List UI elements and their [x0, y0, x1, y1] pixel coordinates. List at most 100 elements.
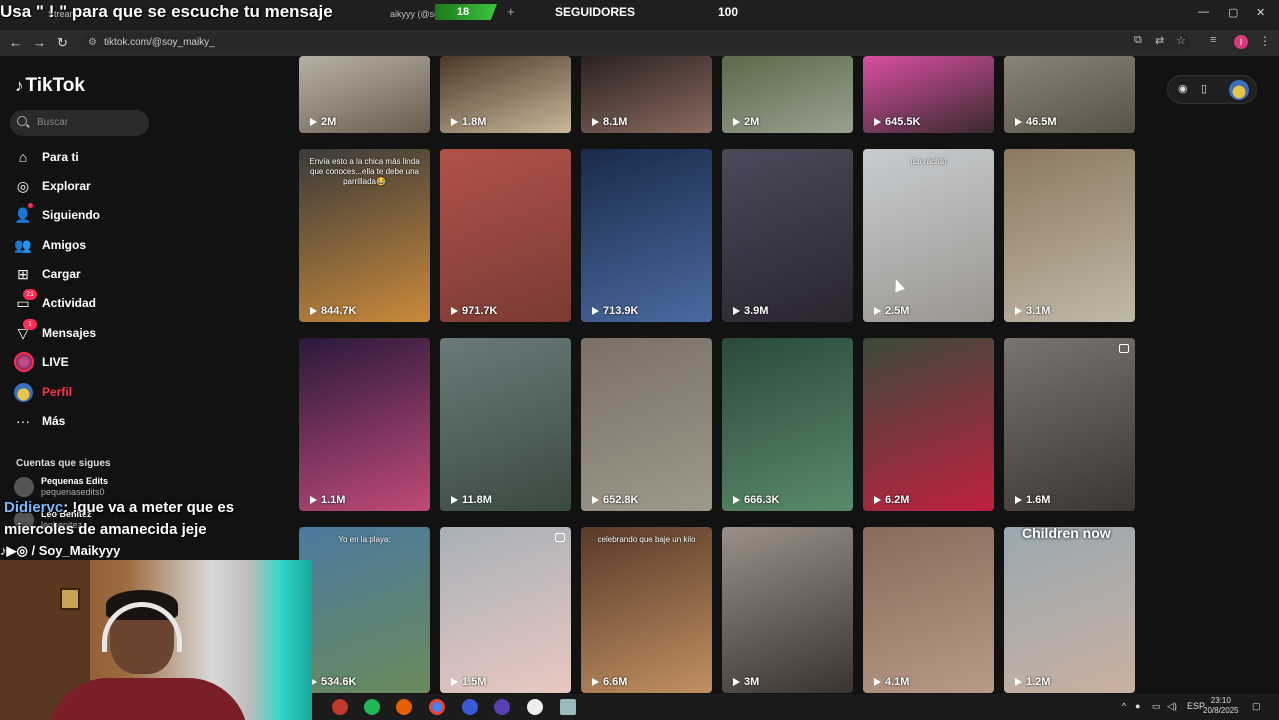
sidebar-item-mas[interactable]: ··· Más: [14, 411, 164, 433]
play-icon: [733, 307, 740, 315]
coin-icon[interactable]: ◉: [1178, 82, 1188, 95]
video-tile[interactable]: 4.1M: [863, 527, 994, 693]
view-count-value: 1.1M: [321, 494, 346, 506]
video-tile[interactable]: (La racha) 2.5M: [863, 149, 994, 322]
view-count-value: 1.5M: [462, 676, 487, 688]
translate-icon[interactable]: ⇄: [1155, 34, 1164, 47]
bookmark-star-icon[interactable]: ☆: [1176, 34, 1186, 47]
video-tile[interactable]: celebrando que baje un kilo 6.6M: [581, 527, 712, 693]
firefox-icon[interactable]: [396, 699, 412, 715]
video-caption: Envía esto a la chica más linda que cono…: [309, 157, 420, 186]
view-count: 3.1M: [1015, 305, 1050, 317]
view-count: 6.2M: [874, 494, 909, 506]
tiktok-logo[interactable]: ♪ TikTok: [15, 75, 85, 97]
sidebar-item-label: LIVE: [42, 355, 69, 369]
video-tile[interactable]: 1.8M: [440, 56, 571, 133]
sidebar-item-label: Siguiendo: [42, 208, 100, 222]
app-icon-1[interactable]: [332, 699, 348, 715]
view-count: 652.8K: [592, 494, 638, 506]
clock[interactable]: 23:10 20/8/2025: [1203, 696, 1239, 716]
address-toolbar: ← → ↻ ⚙ tiktok.com/@soy_maiky_ ⧉ ⇄ ☆ ≡ I…: [0, 30, 1279, 56]
video-tile[interactable]: 652.8K: [581, 338, 712, 511]
view-count: 2.5M: [874, 305, 909, 317]
video-tile[interactable]: Yo en la playa: 534.6K: [299, 527, 430, 693]
view-count-value: 1.6M: [1026, 494, 1051, 506]
notification-icon[interactable]: ▢: [1252, 701, 1261, 712]
app-icon-7[interactable]: [527, 699, 543, 715]
avatar[interactable]: [1229, 80, 1249, 100]
taskbar: ^ ● ▭ ◁) ESP ▢: [312, 694, 1279, 720]
sidebar-item-cargar[interactable]: ⊞ Cargar: [14, 264, 164, 286]
video-tile[interactable]: 11.8M: [440, 338, 571, 511]
url-bar[interactable]: ⚙ tiktok.com/@soy_maiky_: [80, 33, 1190, 53]
sidebar-item-siguiendo[interactable]: 👤 Siguiendo: [14, 203, 164, 227]
video-tile[interactable]: 1.6M: [1004, 338, 1135, 511]
reload-button[interactable]: ↻: [57, 35, 68, 51]
view-count-value: 713.9K: [603, 305, 639, 317]
play-icon: [874, 307, 881, 315]
minimize-button[interactable]: —: [1198, 6, 1209, 18]
video-tile[interactable]: 1.5M: [440, 527, 571, 693]
video-tile[interactable]: 645.5K: [863, 56, 994, 133]
sidebar-item-mensajes[interactable]: ▽ 1 Mensajes: [14, 319, 164, 345]
microphone-icon[interactable]: ●: [1135, 701, 1140, 711]
device-icon[interactable]: ▯: [1201, 82, 1207, 95]
view-count-value: 8.1M: [603, 116, 628, 128]
sidebar-item-amigos[interactable]: 👥 Amigos: [14, 235, 164, 257]
app-icon-8[interactable]: [560, 699, 576, 715]
video-tile[interactable]: 3M: [722, 527, 853, 693]
sidebar-item-para-ti[interactable]: ⌂ Para ti: [14, 147, 164, 169]
video-tile[interactable]: 971.7K: [440, 149, 571, 322]
video-tile[interactable]: 46.5M: [1004, 56, 1135, 133]
video-tile[interactable]: 713.9K: [581, 149, 712, 322]
site-info-icon[interactable]: ⚙: [88, 37, 97, 48]
sidebar-item-live[interactable]: LIVE: [14, 352, 164, 374]
install-icon[interactable]: ⧉: [1134, 34, 1142, 47]
chrome-icon[interactable]: [429, 699, 445, 715]
chat-username: Didiervc: [4, 499, 64, 516]
obs-icon[interactable]: [494, 699, 510, 715]
reading-list-icon[interactable]: ≡: [1210, 34, 1216, 46]
video-tile[interactable]: Envía esto a la chica más linda que cono…: [299, 149, 430, 322]
video-tile[interactable]: 2M: [299, 56, 430, 133]
view-count: 3M: [733, 676, 759, 688]
view-count: 971.7K: [451, 305, 497, 317]
back-button[interactable]: ←: [9, 35, 22, 50]
video-tile[interactable]: 6.2M: [863, 338, 994, 511]
video-tile[interactable]: 3.9M: [722, 149, 853, 322]
play-icon: [733, 118, 740, 126]
video-tile[interactable]: 2M: [722, 56, 853, 133]
play-icon: [451, 307, 458, 315]
following-icon: 👤: [14, 207, 32, 223]
more-icon: ···: [16, 413, 30, 429]
app-icon-5[interactable]: [462, 699, 478, 715]
forward-button[interactable]: →: [33, 35, 46, 50]
video-caption-overlay: Children now: [1022, 525, 1111, 541]
sidebar-item-label: Para ti: [42, 150, 79, 164]
maximize-button[interactable]: ▢: [1228, 6, 1238, 19]
video-tile[interactable]: 666.3K: [722, 338, 853, 511]
volume-icon[interactable]: ◁): [1167, 701, 1177, 712]
view-count: 8.1M: [592, 116, 627, 128]
video-tile[interactable]: 3.1M: [1004, 149, 1135, 322]
sidebar-item-actividad[interactable]: ▭ 21 Actividad: [14, 289, 164, 315]
browser-profile-avatar[interactable]: I: [1234, 35, 1248, 49]
friends-icon: 👥: [14, 237, 32, 253]
sidebar-item-explorar[interactable]: ◎ Explorar: [14, 176, 164, 198]
tiktok-note-icon: ♪: [15, 76, 24, 95]
video-tile[interactable]: 1.1M: [299, 338, 430, 511]
url-text[interactable]: tiktok.com/@soy_maiky_: [104, 37, 215, 48]
video-tile[interactable]: 8.1M: [581, 56, 712, 133]
search-input[interactable]: Buscar: [10, 110, 149, 136]
video-tile[interactable]: 1.2M: [1004, 527, 1135, 693]
new-tab-button[interactable]: +: [507, 4, 515, 19]
sidebar-item-perfil[interactable]: Perfil: [14, 382, 164, 404]
browser-menu-icon[interactable]: ⋮: [1259, 34, 1271, 48]
followers-label: SEGUIDORES: [555, 5, 636, 19]
network-icon[interactable]: ▭: [1152, 701, 1161, 712]
spotify-icon[interactable]: [364, 699, 380, 715]
chevron-up-icon[interactable]: ^: [1122, 701, 1126, 711]
close-window-button[interactable]: ✕: [1256, 6, 1265, 19]
play-icon: [592, 678, 599, 686]
sidebar-item-label: Más: [42, 414, 66, 428]
